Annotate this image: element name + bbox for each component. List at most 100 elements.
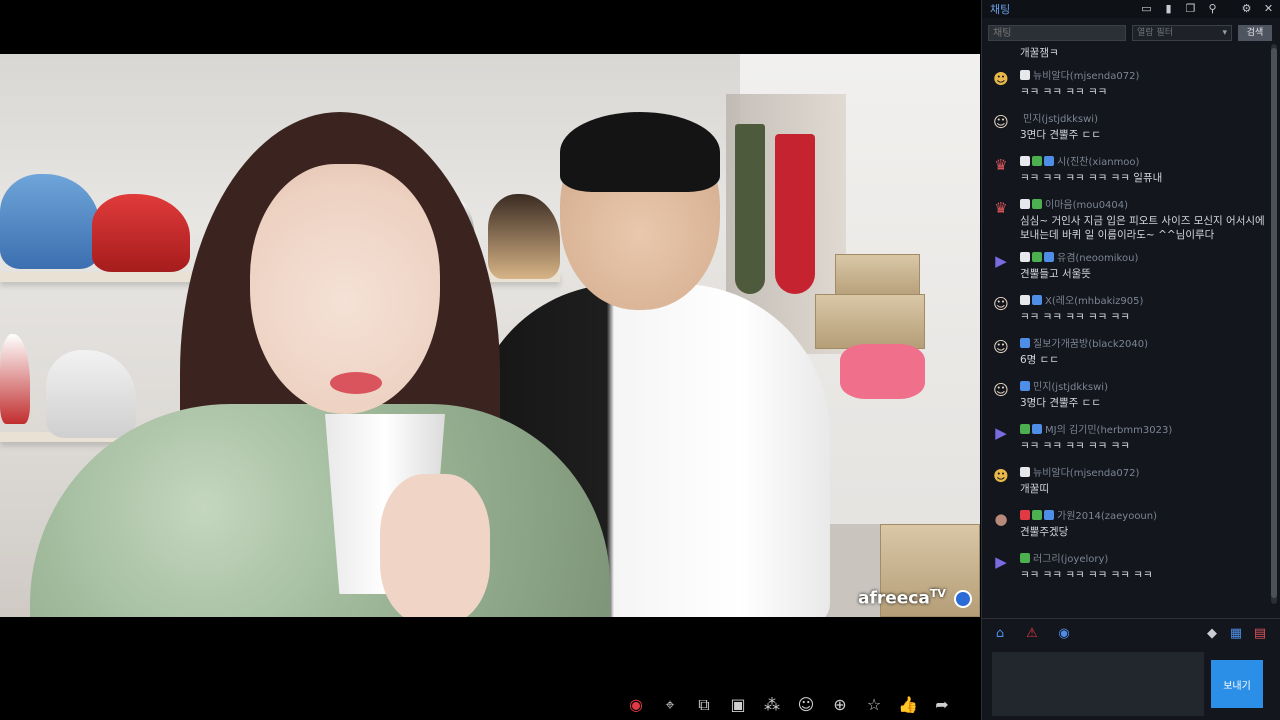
chat-text: 6명 ㄷㄷ (1020, 354, 1059, 366)
monitor-icon[interactable]: ▭ (1140, 2, 1153, 15)
hanging-clothes (775, 134, 815, 294)
photo-avatar-icon[interactable]: ● (990, 508, 1012, 530)
chat-nickname[interactable]: 유겸(neoomikou) (1057, 253, 1138, 264)
home-icon[interactable]: ⌂ (992, 626, 1008, 642)
chat-text: ㅋㅋ ㅋㅋ ㅋㅋ ㅋㅋ (1020, 86, 1108, 98)
user-badges (1020, 337, 1030, 348)
sneaker-image (488, 194, 560, 279)
sticker-icon[interactable]: ◆ (1204, 626, 1220, 642)
capture-icon[interactable]: ▣ (727, 694, 749, 716)
chat-text: 견뿔들고 서울뜻 (1020, 268, 1091, 280)
blue-badge-icon (1044, 509, 1054, 520)
chat-nickname[interactable]: 가원2014(zaeyooun) (1057, 511, 1157, 522)
chat-message: ♛ 이마음(mou0404) 심심~ 거인사 지금 입은 피오트 사이즈 모신지 어… (982, 189, 1268, 242)
chat-scrollbar[interactable] (1271, 44, 1277, 604)
face-avatar-icon[interactable]: ☺ (990, 336, 1012, 358)
green-badge-icon (1032, 198, 1042, 209)
chat-message-input[interactable] (992, 652, 1204, 716)
chat-nickname[interactable]: 뉴비알다(mjsenda072) (1033, 71, 1139, 82)
bookmark-icon[interactable]: ▮ (1162, 2, 1175, 15)
chevron-avatar-icon[interactable]: ▶ (990, 422, 1012, 444)
gift-icon[interactable]: ▤ (1252, 626, 1268, 642)
white-badge-icon (1020, 155, 1030, 166)
chat-nickname[interactable]: 시(진찬(xianmoo) (1057, 157, 1139, 168)
chat-message: ▶ 유겸(neoomikou) 견뿔들고 서울뜻 (982, 242, 1268, 285)
chat-filter-select[interactable]: 열람 필터 ▾ (1132, 25, 1232, 41)
copy-icon[interactable]: ❐ (1184, 2, 1197, 15)
user-badges (1020, 294, 1042, 305)
user-badges (1020, 509, 1054, 520)
chat-header: 채팅 ▭ ▮ ❐ ⚲ ⚙ ✕ (982, 0, 1280, 18)
chat-text: 3명다 견뿔주 ㄷㄷ (1020, 397, 1101, 409)
chat-nickname[interactable]: 러그리(joyelory) (1033, 554, 1108, 565)
green-badge-icon (1020, 423, 1030, 434)
chat-text: 심심~ 거인사 지금 입은 피오트 사이즈 모신지 어서시에 보내는데 바퀴 일… (1020, 215, 1265, 241)
video-player[interactable]: afreecaTV ◉ ⌖ ⧉ ▣ ⁂ ☺ ⊕ ☆ 👍 ➦ (0, 0, 980, 720)
emoticon-icon[interactable]: ▦ (1228, 626, 1244, 642)
chat-text: ㅋㅋ ㅋㅋ ㅋㅋ ㅋㅋ ㅋㅋ (1020, 311, 1130, 323)
chat-message: ☻ 뉴비알다(mjsenda072) ㅋㅋ ㅋㅋ ㅋㅋ ㅋㅋ (982, 60, 1268, 103)
record-icon[interactable]: ◉ (625, 694, 647, 716)
chevron-avatar-icon[interactable]: ▶ (990, 551, 1012, 573)
red-avatar-icon[interactable]: ♛ (990, 197, 1012, 219)
user-badges (1020, 466, 1030, 477)
green-badge-icon (1032, 155, 1042, 166)
close-icon[interactable]: ✕ (1262, 2, 1275, 15)
user-badges (1020, 552, 1030, 563)
chat-message: ● 가원2014(zaeyooun) 견뿔주겠당 (982, 500, 1268, 543)
alert-icon[interactable]: ⚠ (1024, 626, 1040, 642)
shoe-box (815, 294, 925, 349)
chat-nickname[interactable]: 이마음(mou0404) (1045, 200, 1128, 211)
sneaker-image (92, 194, 190, 272)
hanging-clothes (735, 124, 765, 294)
afreecatv-logo-icon (954, 590, 972, 608)
chat-nickname[interactable]: 민지(jstjdkkswi) (1023, 114, 1098, 125)
chat-search-row: 열람 필터▾ 검색 (982, 22, 1280, 44)
chat-nickname[interactable]: X(레오(mhbakiz905) (1045, 296, 1143, 307)
chat-text: ㅋㅋ ㅋㅋ ㅋㅋ ㅋㅋ ㅋㅋ (1020, 440, 1130, 452)
afreecatv-watermark: afreecaTV (858, 587, 946, 609)
face-avatar-icon[interactable]: ☺ (990, 293, 1012, 315)
gear-icon[interactable]: ⚙ (1240, 2, 1253, 15)
chat-toolbar: ⌂ ⚠ ◉ ◆ ▦ ▤ (982, 618, 1280, 648)
chevron-avatar-icon[interactable]: ▶ (990, 250, 1012, 272)
person-woman-lips (330, 372, 382, 394)
chat-text: ㅋㅋ ㅋㅋ ㅋㅋ ㅋㅋ ㅋㅋ 일퓨내 (1020, 172, 1163, 184)
share-icon[interactable]: ➦ (931, 694, 953, 716)
sneaker-image (0, 334, 30, 424)
thumbs-up-icon[interactable]: 👍 (897, 694, 919, 716)
white-badge-icon (1020, 294, 1030, 305)
face-avatar-icon[interactable]: ☺ (990, 111, 1012, 133)
chat-nickname[interactable]: 뉴비알다(mjsenda072) (1033, 468, 1139, 479)
star-icon[interactable]: ☆ (863, 694, 885, 716)
search-confirm-button[interactable]: 검색 (1238, 25, 1272, 41)
send-button[interactable]: 보내기 (1211, 660, 1263, 708)
popout-icon[interactable]: ⧉ (693, 694, 715, 716)
gold-avatar-icon[interactable]: ☻ (990, 68, 1012, 90)
face-avatar-icon[interactable]: ☺ (990, 379, 1012, 401)
person-man-hair (560, 112, 720, 192)
sneaker-image (46, 350, 136, 438)
chat-search-input[interactable] (988, 25, 1126, 41)
chat-nickname[interactable]: 질보가개꿈방(black2040) (1033, 339, 1148, 350)
player-controls: ◉ ⌖ ⧉ ▣ ⁂ ☺ ⊕ ☆ 👍 ➦ (625, 694, 953, 720)
chat-message: ☺ 민지(jstjdkkswi) 3명다 견뿔주 ㄷㄷ (982, 371, 1268, 414)
globe-icon[interactable]: ◉ (1056, 626, 1072, 642)
red-avatar-icon[interactable]: ♛ (990, 154, 1012, 176)
share-people-icon[interactable]: ⁂ (761, 694, 783, 716)
gold-avatar-icon[interactable]: ☻ (990, 465, 1012, 487)
chat-message-list[interactable]: 개꿀잼ㅋ ☻ 뉴비알다(mjsenda072) ㅋㅋ ㅋㅋ ㅋㅋ ㅋㅋ ☺ 민지(jst… (982, 44, 1268, 610)
blue-badge-icon (1044, 251, 1054, 262)
chat-nickname[interactable]: 민지(jstjdkkswi) (1033, 382, 1108, 393)
chat-message: ▶ 러그리(joyelory) ㅋㅋ ㅋㅋ ㅋㅋ ㅋㅋ ㅋㅋ ㅋㅋ (982, 543, 1268, 586)
video-frame[interactable] (0, 54, 980, 617)
chat-nickname[interactable]: MJ의 김기민(herbmm3023) (1045, 425, 1172, 436)
emoji-icon[interactable]: ☺ (795, 694, 817, 716)
location-icon[interactable]: ⌖ (659, 694, 681, 716)
user-icon[interactable]: ⚲ (1206, 2, 1219, 15)
chat-message: ▶ MJ의 김기민(herbmm3023) ㅋㅋ ㅋㅋ ㅋㅋ ㅋㅋ ㅋㅋ (982, 414, 1268, 457)
user-badges (1020, 69, 1030, 80)
chat-scroll-thumb[interactable] (1271, 48, 1277, 598)
search-icon[interactable]: ⊕ (829, 694, 851, 716)
blue-badge-icon (1020, 337, 1030, 348)
